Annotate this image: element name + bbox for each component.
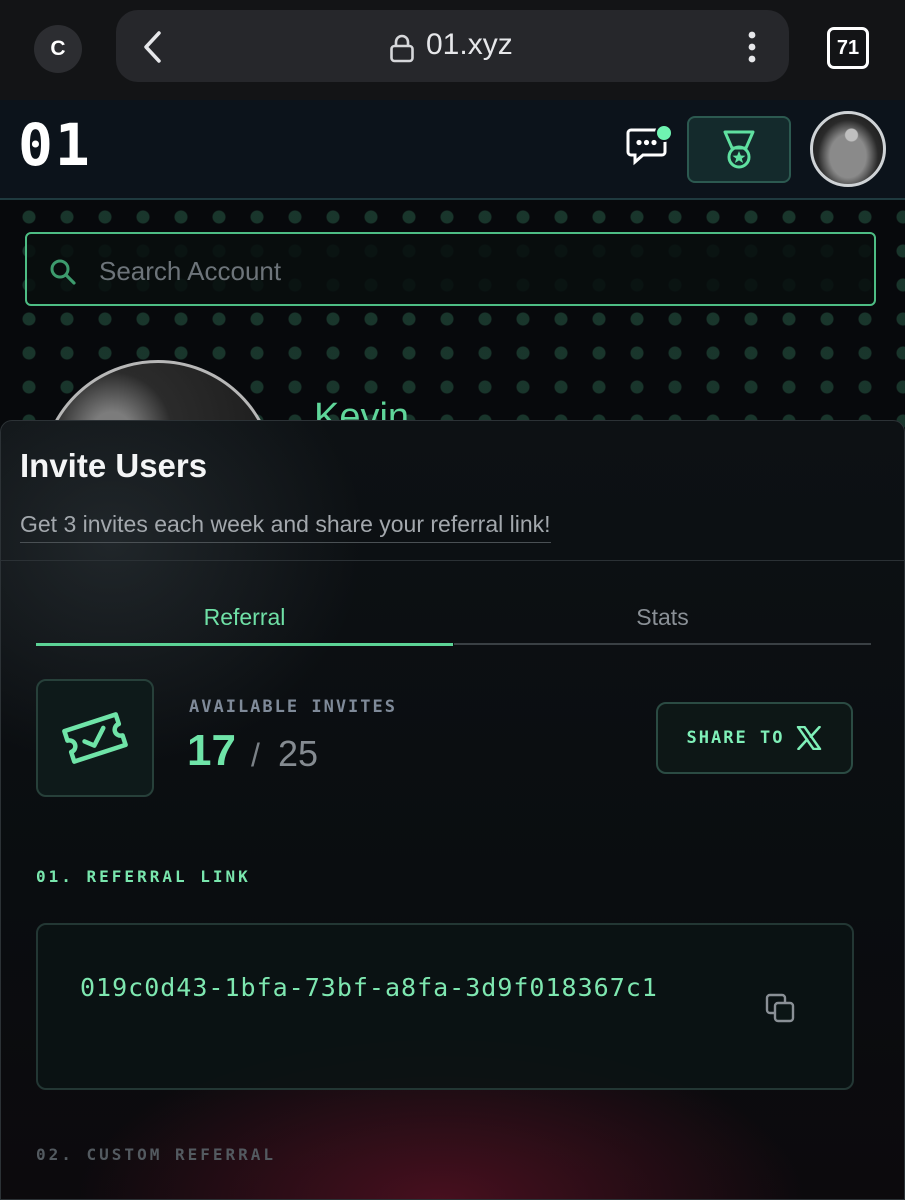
medal-icon — [723, 130, 755, 168]
lock-icon — [390, 34, 414, 63]
app-logo[interactable]: 01 — [18, 116, 92, 174]
x-logo-icon — [797, 726, 822, 750]
tab-stats[interactable]: Stats — [454, 591, 871, 645]
invites-separator: / — [251, 737, 260, 773]
ticket-check-icon — [62, 712, 128, 764]
search-input[interactable] — [97, 248, 801, 294]
browser-profile-badge[interactable]: C — [34, 25, 82, 73]
available-invites-label: AVAILABLE INVITES — [189, 697, 397, 717]
notification-dot — [655, 124, 673, 142]
copy-icon[interactable] — [764, 992, 796, 1024]
share-button-label: SHARE TO — [686, 728, 785, 748]
referral-link-box: 019c0d43-1bfa-73bf-a8fa-3d9f018367c1 — [36, 923, 854, 1090]
kebab-menu-icon[interactable] — [746, 29, 758, 65]
referral-link-label: 01. REFERRAL LINK — [36, 867, 251, 886]
modal-title: Invite Users — [20, 447, 208, 484]
ticket-icon-tile — [36, 679, 154, 797]
search-box — [25, 232, 876, 306]
available-invites-count: 17 — [187, 726, 236, 775]
tab-referral[interactable]: Referral — [36, 591, 453, 646]
share-to-x-button[interactable]: SHARE TO — [656, 702, 853, 774]
total-invites: 25 — [278, 733, 319, 774]
chevron-left-icon[interactable] — [141, 30, 163, 64]
custom-referral-label: 02. CUSTOM REFERRAL — [36, 1145, 277, 1164]
referral-link-value[interactable]: 019c0d43-1bfa-73bf-a8fa-3d9f018367c1 — [80, 968, 740, 1008]
tab-bar: Referral Stats — [36, 591, 871, 646]
search-icon — [50, 259, 76, 285]
tab-switcher-button[interactable]: 71 — [827, 27, 869, 69]
user-avatar[interactable] — [810, 111, 886, 187]
modal-subtitle: Get 3 invites each week and share your r… — [20, 511, 551, 543]
rewards-button[interactable] — [687, 116, 791, 183]
url-text[interactable]: 01.xyz — [426, 28, 513, 62]
invite-users-modal: Invite Users Get 3 invites each week and… — [0, 420, 905, 1200]
divider — [1, 560, 904, 561]
